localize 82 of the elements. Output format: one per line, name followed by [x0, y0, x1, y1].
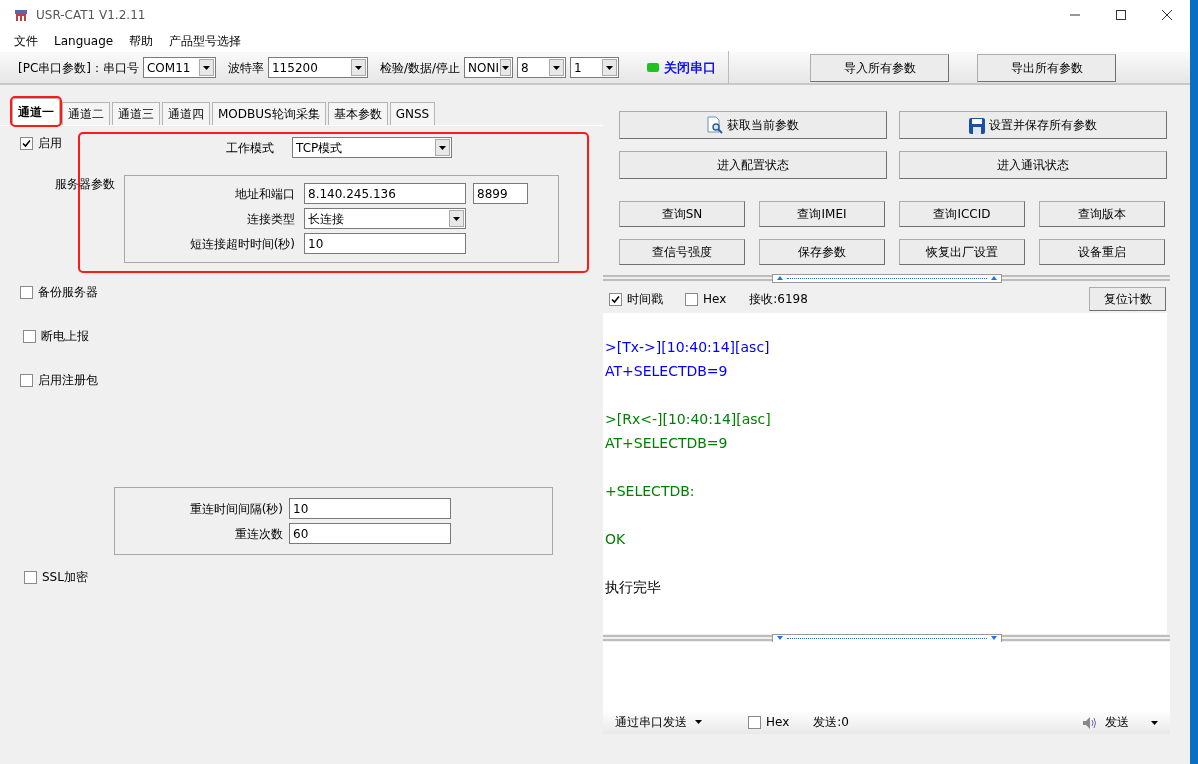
field-label: 短连接超时时间(秒): [188, 235, 295, 253]
log-line: AT+SELECTDB=9: [605, 434, 729, 453]
checkbox[interactable]: [23, 329, 36, 343]
query-button[interactable]: 恢复出厂设置: [899, 239, 1025, 265]
log-line: OK: [605, 530, 627, 549]
tab[interactable]: GNSS: [389, 102, 436, 125]
send-button[interactable]: 发送: [1081, 713, 1158, 731]
input-field[interactable]: 10: [289, 498, 451, 519]
serial-params-label: [PC串口参数]：串口号: [18, 59, 139, 77]
close-port-link[interactable]: 关闭串口: [664, 57, 717, 78]
checkbox-label: SSL加密: [42, 569, 88, 586]
top-button[interactable]: 导出所有参数: [977, 53, 1117, 82]
stop-bits-select[interactable]: 1: [570, 57, 620, 78]
splitter-handle[interactable]: [771, 273, 1002, 283]
input-field[interactable]: 60: [289, 523, 451, 544]
baud-select[interactable]: 115200: [268, 57, 368, 78]
checkbox-label: 备份服务器: [38, 284, 98, 301]
action-button[interactable]: 进入通讯状态: [899, 151, 1167, 179]
send-input-field[interactable]: [603, 642, 1170, 710]
checkbox[interactable]: [24, 570, 37, 584]
query-button[interactable]: 查询版本: [1039, 201, 1165, 227]
top-button[interactable]: 导入所有参数: [810, 53, 950, 82]
tab[interactable]: 通道四: [162, 102, 210, 125]
log-line: >[Rx<-][10:40:14][asc]: [605, 410, 772, 429]
log-line: +SELECTDB:: [605, 482, 696, 501]
query-button[interactable]: 设备重启: [1039, 239, 1165, 265]
send-count: 发送:0: [813, 714, 849, 731]
log-line: >[Tx->][10:40:14][asc]: [605, 338, 771, 357]
menu-item[interactable]: 文件: [14, 32, 38, 50]
checkbox[interactable]: [609, 292, 622, 306]
reset-count-button[interactable]: 复位计数: [1089, 287, 1166, 311]
log-line: AT+SELECTDB=9: [605, 362, 729, 381]
tab[interactable]: 通道三: [112, 102, 160, 125]
field-label: 连接类型: [246, 210, 295, 228]
menu-item[interactable]: 帮助: [129, 32, 154, 50]
connection-type-select[interactable]: 长连接: [304, 208, 466, 229]
field-label: 重连次数: [234, 525, 283, 543]
parity-select[interactable]: NONI: [464, 57, 514, 78]
menu-item[interactable]: 产品型号选择: [169, 32, 242, 50]
checkbox[interactable]: [20, 373, 33, 387]
work-mode-select[interactable]: TCP模式: [292, 137, 452, 158]
tab[interactable]: 基本参数: [327, 102, 388, 125]
checkbox-label: 启用注册包: [38, 372, 98, 389]
query-button[interactable]: 查询SN: [619, 201, 745, 227]
checkbox-label: 时间戳: [627, 291, 663, 308]
menu-item[interactable]: Language: [54, 32, 114, 50]
data-bits-select[interactable]: 8: [517, 57, 567, 78]
input-field[interactable]: 8.140.245.136: [304, 183, 466, 204]
checkbox-label: Hex: [703, 291, 727, 308]
action-button[interactable]: 获取当前参数: [619, 111, 887, 139]
query-button[interactable]: 查询ICCID: [899, 201, 1025, 227]
checkbox-label: 断电上报: [41, 328, 89, 345]
send-mode-dropdown[interactable]: 通过串口发送: [615, 713, 702, 731]
field-label: 工作模式: [225, 139, 274, 157]
port-select[interactable]: COM11: [143, 57, 216, 78]
query-button[interactable]: 查询IMEI: [759, 201, 885, 227]
caret-icon[interactable]: [1151, 720, 1158, 725]
checkbox[interactable]: [685, 292, 698, 306]
checkbox-label: 启用: [38, 135, 62, 152]
checkbox[interactable]: [20, 136, 33, 150]
query-button[interactable]: 查信号强度: [619, 239, 745, 265]
field-label: 重连时间间隔(秒): [188, 500, 283, 518]
tab[interactable]: 通道二: [62, 102, 110, 125]
tab[interactable]: 通道一: [12, 98, 60, 125]
input-field[interactable]: 10: [304, 233, 466, 254]
query-button[interactable]: 保存参数: [759, 239, 885, 265]
parity-label: 检验/数据/停止: [380, 59, 461, 77]
window-title: USR-CAT1 V1.2.11: [36, 7, 146, 24]
receive-count: 接收:6198: [749, 291, 808, 308]
input-field[interactable]: 8899: [473, 183, 528, 204]
baud-label: 波特率: [228, 59, 264, 77]
action-button[interactable]: 进入配置状态: [619, 151, 887, 179]
document-search-icon: [707, 115, 723, 135]
tab[interactable]: MODBUS轮询采集: [212, 102, 326, 125]
action-button[interactable]: 设置并保存所有参数: [899, 111, 1167, 139]
checkbox-label: Hex: [766, 714, 790, 731]
log-line: 执行完毕: [605, 578, 662, 597]
checkbox[interactable]: [20, 285, 33, 299]
checkbox[interactable]: [748, 715, 761, 729]
field-label: 地址和端口: [234, 185, 295, 203]
app-icon: [14, 8, 28, 22]
caret-icon: [695, 720, 702, 724]
